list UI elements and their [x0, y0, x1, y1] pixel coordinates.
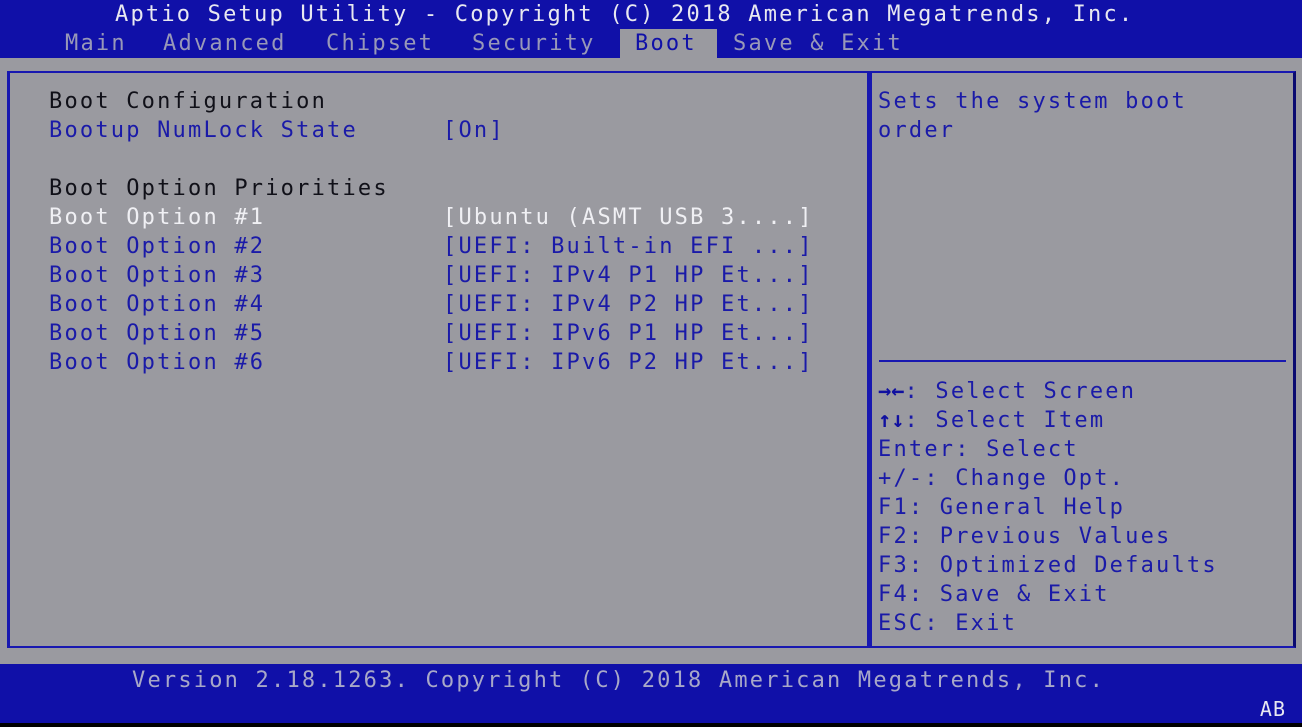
- section-heading-boot-priorities: Boot Option Priorities: [49, 176, 389, 201]
- boot-option-6-label[interactable]: Boot Option #6: [49, 348, 265, 377]
- footer-badge: AB: [1259, 697, 1286, 721]
- tab-save-exit[interactable]: Save & Exit: [725, 29, 911, 58]
- boot-option-3-value[interactable]: [UEFI: IPv4 P1 HP Et...]: [443, 261, 814, 290]
- help-description-line-2: order: [878, 118, 956, 143]
- numlock-value[interactable]: [On]: [443, 116, 505, 145]
- tab-bar: Main Advanced Chipset Security Boot Save…: [0, 29, 1302, 58]
- boot-option-1-value[interactable]: [Ubuntu (ASMT USB 3....]: [443, 203, 814, 232]
- tab-chipset[interactable]: Chipset: [318, 29, 442, 58]
- version-text: Version 2.18.1263. Copyright (C) 2018 Am…: [132, 668, 1106, 693]
- key-hint-f1: F1: General Help: [878, 495, 1126, 520]
- key-hint-change-opt: +/-: Change Opt.: [878, 466, 1126, 491]
- up-down-arrows-icon: ↑↓: [878, 408, 905, 433]
- tab-security[interactable]: Security: [464, 29, 604, 58]
- boot-option-5-label[interactable]: Boot Option #5: [49, 319, 265, 348]
- bios-screen: Aptio Setup Utility - Copyright (C) 2018…: [0, 0, 1302, 723]
- section-heading-boot-configuration: Boot Configuration: [49, 89, 328, 114]
- key-hint-select-screen: →←: Select Screen: [878, 379, 1137, 404]
- numlock-label[interactable]: Bootup NumLock State: [49, 116, 358, 145]
- header-bar: Aptio Setup Utility - Copyright (C) 2018…: [0, 0, 1302, 58]
- tab-main[interactable]: Main: [57, 29, 135, 58]
- tab-advanced[interactable]: Advanced: [155, 29, 295, 58]
- key-hint-f3: F3: Optimized Defaults: [878, 553, 1218, 578]
- boot-option-2-label[interactable]: Boot Option #2: [49, 232, 265, 261]
- app-title: Aptio Setup Utility - Copyright (C) 2018…: [115, 2, 1135, 27]
- help-divider: [879, 360, 1286, 362]
- boot-option-1-label[interactable]: Boot Option #1: [49, 203, 265, 232]
- boot-option-4-label[interactable]: Boot Option #4: [49, 290, 265, 319]
- separator-strip: [0, 58, 1302, 70]
- boot-option-5-value[interactable]: [UEFI: IPv6 P1 HP Et...]: [443, 319, 814, 348]
- key-hint-f4: F4: Save & Exit: [878, 582, 1110, 607]
- key-hint-esc: ESC: Exit: [878, 611, 1018, 636]
- key-hint-enter: Enter: Select: [878, 437, 1079, 462]
- help-description-line-1: Sets the system boot: [878, 89, 1187, 114]
- boot-option-3-label[interactable]: Boot Option #3: [49, 261, 265, 290]
- footer-bar: Version 2.18.1263. Copyright (C) 2018 Am…: [0, 664, 1302, 723]
- key-hint-f2: F2: Previous Values: [878, 524, 1172, 549]
- boot-option-2-value[interactable]: [UEFI: Built-in EFI ...]: [443, 232, 814, 261]
- boot-option-6-value[interactable]: [UEFI: IPv6 P2 HP Et...]: [443, 348, 814, 377]
- key-hint-select-item: ↑↓: Select Item: [878, 408, 1106, 433]
- left-right-arrows-icon: →←: [878, 379, 905, 404]
- boot-option-4-value[interactable]: [UEFI: IPv4 P2 HP Et...]: [443, 290, 814, 319]
- tab-boot[interactable]: Boot: [620, 29, 717, 58]
